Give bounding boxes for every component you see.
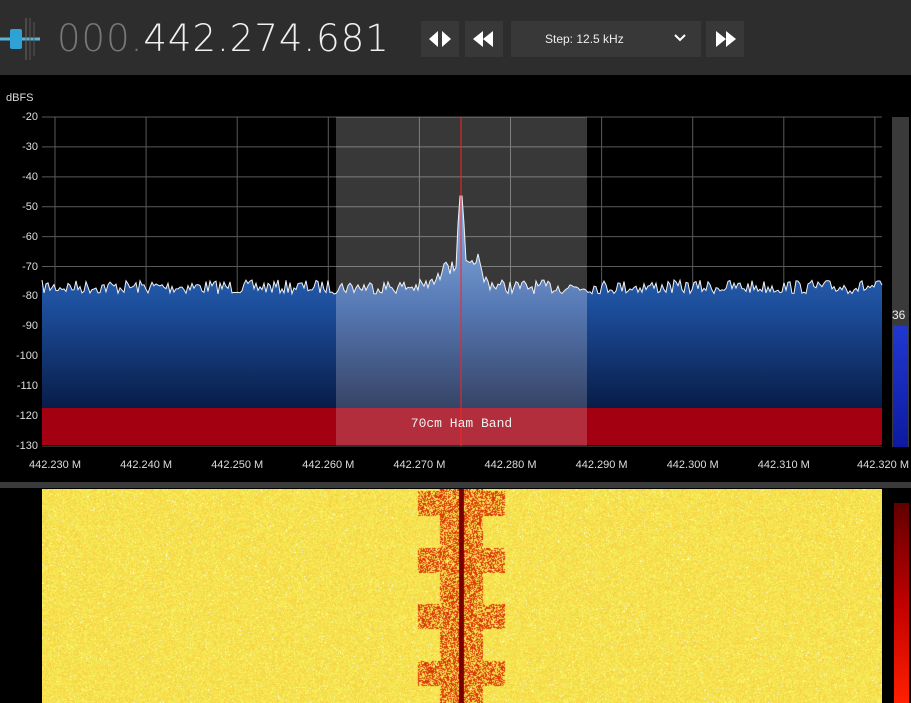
waterfall-color-scale (894, 503, 909, 703)
level-readout: 36 (892, 308, 906, 322)
waterfall-display[interactable] (42, 489, 882, 703)
panel-divider[interactable] (0, 482, 911, 488)
level-meter-fill (893, 326, 908, 447)
band-label: 70cm Ham Band (410, 416, 513, 431)
spectrum-plot[interactable] (0, 0, 911, 480)
